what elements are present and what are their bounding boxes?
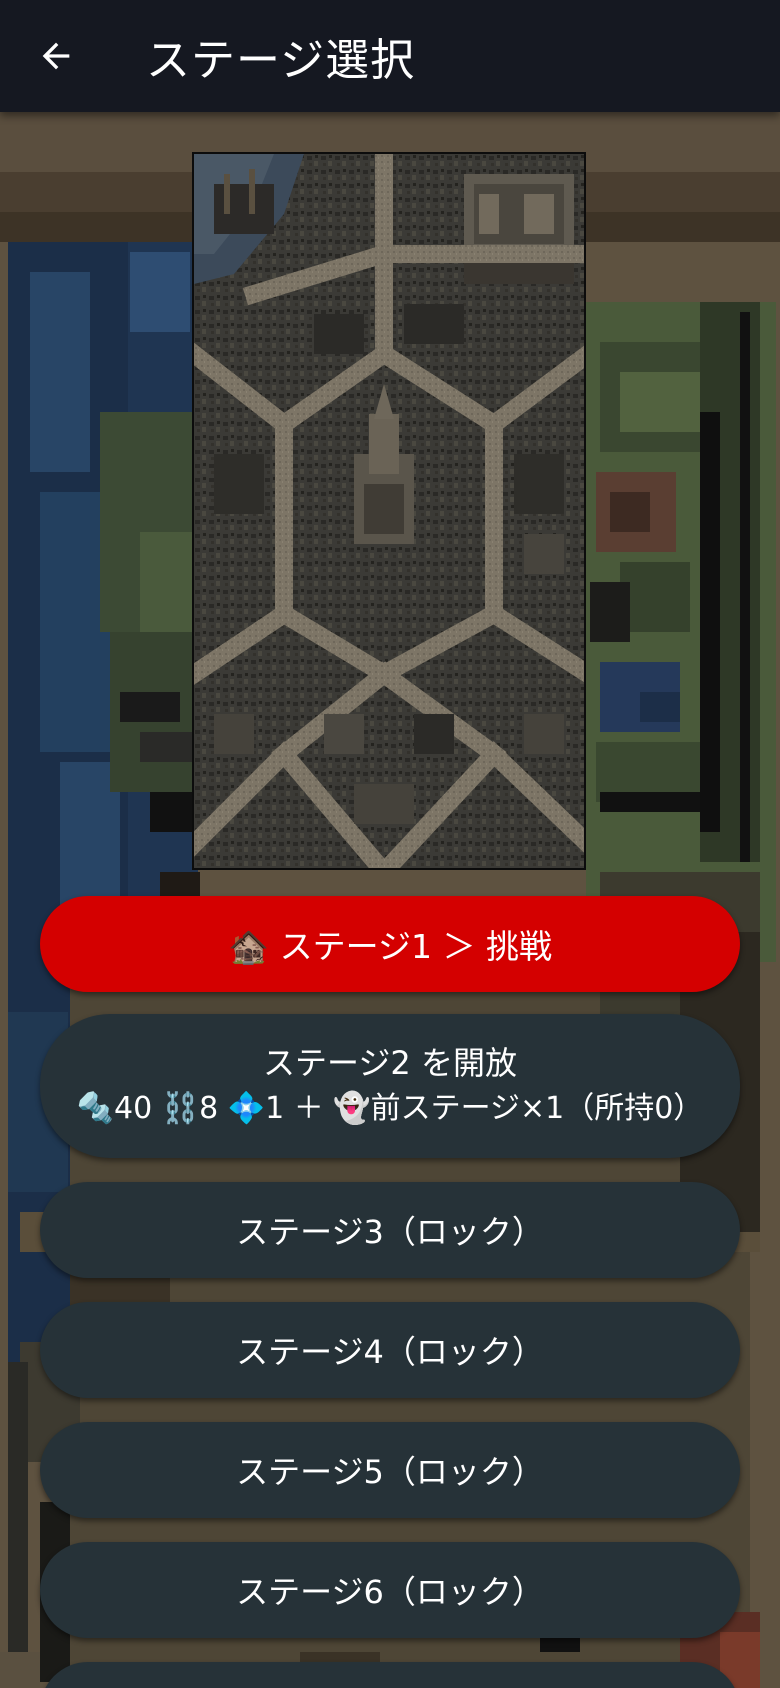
stage-2-unlock-button[interactable]: ステージ2 を開放 🔩40 ⛓️8 💠1 ＋ 👻前ステージ×1（所持0） xyxy=(40,1014,740,1158)
page-title: ステージ選択 xyxy=(146,35,416,86)
stage-1-label: 🏚️ ステージ1 ＞ 挑戦 xyxy=(228,927,552,966)
stage-7-locked-button-partial[interactable] xyxy=(40,1662,740,1688)
stage-4-locked-button[interactable]: ステージ4（ロック） xyxy=(40,1302,740,1398)
stage-select-screen: ステージ選択 🏚️ ステージ1 ＞ 挑戦 ステージ2 を開放 🔩40 ⛓️8 💠… xyxy=(0,0,780,1688)
stage-6-locked-button[interactable]: ステージ6（ロック） xyxy=(40,1542,740,1638)
stage-5-locked-button[interactable]: ステージ5（ロック） xyxy=(40,1422,740,1518)
stage-2-cost: 🔩40 ⛓️8 💠1 ＋ 👻前ステージ×1（所持0） xyxy=(76,1091,704,1126)
arrow-left-icon xyxy=(42,42,70,70)
stage-2-title: ステージ2 を開放 xyxy=(263,1044,517,1082)
stage-5-label: ステージ5（ロック） xyxy=(236,1453,544,1491)
back-button[interactable] xyxy=(26,26,86,86)
stage-3-label: ステージ3（ロック） xyxy=(236,1213,544,1251)
stage-preview-image xyxy=(192,152,586,870)
stage-3-locked-button[interactable]: ステージ3（ロック） xyxy=(40,1182,740,1278)
stage-6-label: ステージ6（ロック） xyxy=(236,1573,544,1611)
stage-4-label: ステージ4（ロック） xyxy=(236,1333,544,1371)
app-bar: ステージ選択 xyxy=(0,0,780,112)
stage-list: 🏚️ ステージ1 ＞ 挑戦 ステージ2 を開放 🔩40 ⛓️8 💠1 ＋ 👻前ス… xyxy=(40,896,740,1688)
stage-1-challenge-button[interactable]: 🏚️ ステージ1 ＞ 挑戦 xyxy=(40,896,740,992)
